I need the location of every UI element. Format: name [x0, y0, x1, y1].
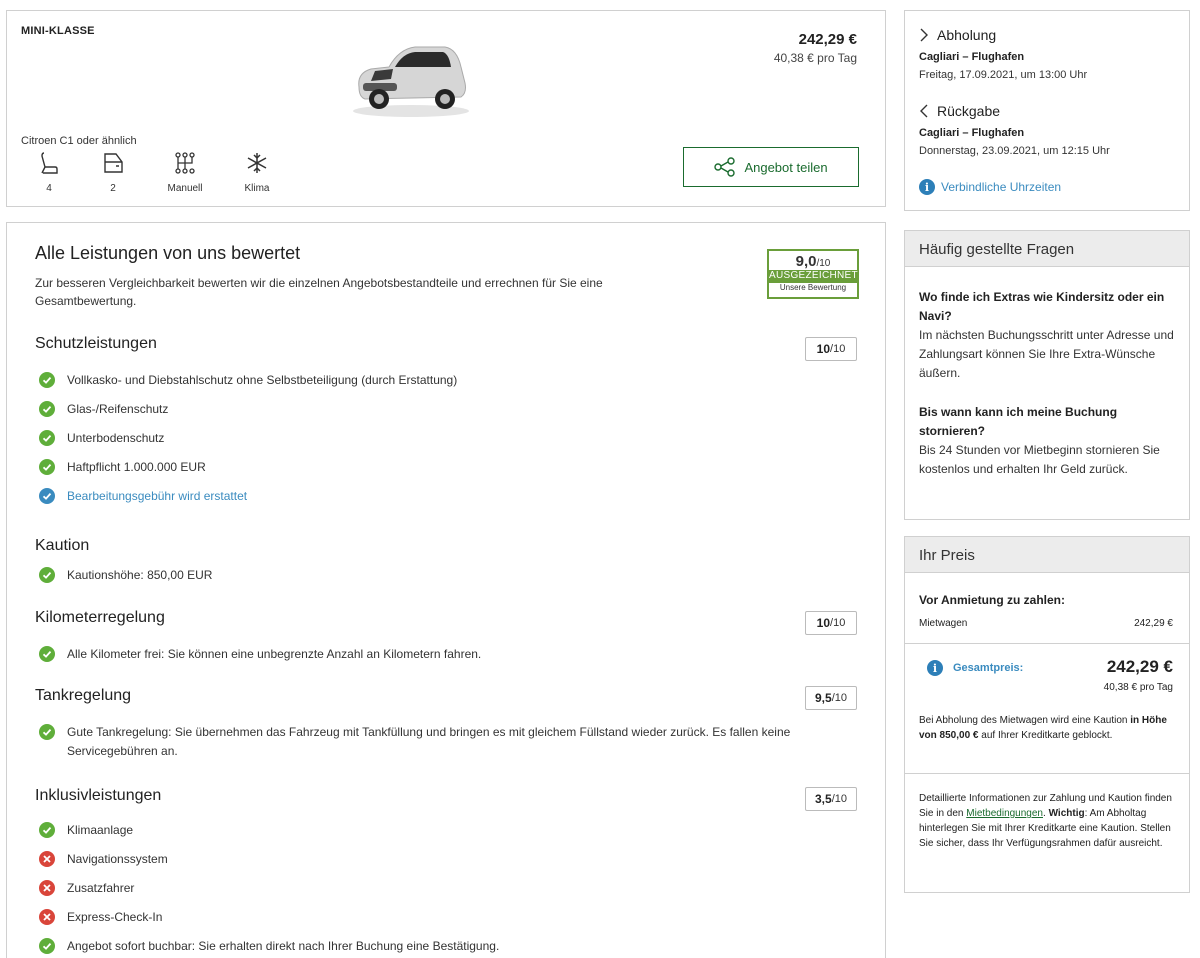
section-title-km: Kilometerregelung	[35, 609, 165, 626]
faq-question: Wo finde ich Extras wie Kindersitz oder …	[919, 290, 1165, 323]
price-subtitle: Vor Anmietung zu zahlen:	[919, 593, 1065, 607]
price-summary-box: Ihr Preis Vor Anmietung zu zahlen: Mietw…	[904, 536, 1190, 893]
car-class-label: MINI-KLASSE	[21, 25, 95, 37]
spec-transmission: Manuell	[149, 151, 221, 194]
score-pill-tank: 9,5/10	[805, 686, 857, 710]
cross-icon	[39, 851, 55, 867]
divider	[905, 643, 1189, 644]
return-location: Cagliari – Flughafen	[919, 127, 1025, 139]
car-specs: 4 2 Manuell Klima	[21, 151, 293, 194]
total-price-per-day: 40,38 € pro Tag	[1103, 682, 1173, 693]
pickup-location: Cagliari – Flughafen	[919, 51, 1025, 63]
car-price-per-day: 40,38 € pro Tag	[773, 51, 857, 65]
car-offer-card: MINI-KLASSE 242,29 € 40,38 € pro Tag Cit…	[6, 10, 886, 207]
check-icon	[39, 724, 55, 740]
return-date: Donnerstag, 23.09.2021, um 12:15 Uhr	[919, 145, 1110, 157]
faq-answer: Bis 24 Stunden vor Mietbeginn stornieren…	[919, 443, 1160, 476]
divider	[905, 773, 1189, 774]
list-item: Zusatzfahrer	[39, 879, 869, 898]
cross-icon	[39, 909, 55, 925]
check-icon	[39, 430, 55, 446]
payment-info-note: Detaillierte Informationen zur Zahlung u…	[919, 793, 1172, 849]
seat-icon	[41, 152, 58, 174]
list-item: Unterbodenschutz	[39, 429, 869, 448]
share-offer-label: Angebot teilen	[744, 159, 828, 175]
check-icon	[39, 822, 55, 838]
return-heading: Rückgabe	[919, 103, 1000, 119]
pickup-heading: Abholung	[919, 27, 996, 43]
overall-rating-badge: 9,0/10 AUSGEZEICHNET Unsere Bewertung	[767, 249, 859, 299]
total-price-value: 242,29 €	[1106, 657, 1173, 676]
price-row-rental: Mietwagen 242,29 €	[919, 618, 1173, 629]
faq-box: Häufig gestellte Fragen Wo finde ich Ext…	[904, 230, 1190, 520]
rental-terms-link[interactable]: Mietbedingungen	[966, 808, 1043, 819]
car-price: 242,29 €	[798, 31, 857, 48]
chevron-left-icon	[920, 104, 928, 118]
faq-title: Häufig gestellte Fragen	[905, 231, 1189, 267]
check-icon	[39, 567, 55, 583]
info-icon: i	[927, 660, 943, 676]
section-title-tank: Tankregelung	[35, 687, 132, 704]
check-icon	[39, 938, 55, 954]
overall-rating-score: 9,0	[795, 253, 817, 270]
list-item: Haftpflicht 1.000.000 EUR	[39, 458, 869, 477]
chevron-right-icon	[920, 28, 928, 42]
faq-question: Bis wann kann ich meine Buchung stornier…	[919, 405, 1118, 438]
price-row-label: Mietwagen	[919, 618, 968, 629]
spec-seats-label: 4	[46, 183, 52, 194]
list-item: Navigationssystem	[39, 850, 869, 869]
overall-rating-sub: Unsere Bewertung	[769, 282, 857, 293]
services-rating-card: Alle Leistungen von uns bewertet Zur bes…	[6, 222, 886, 958]
pickup-return-box: Abholung Cagliari – Flughafen Freitag, 1…	[904, 10, 1190, 211]
check-icon	[39, 401, 55, 417]
score-pill-km: 10/10	[805, 611, 857, 635]
cross-icon	[39, 880, 55, 896]
overall-rating-label: AUSGEZEICHNET	[769, 270, 858, 282]
overall-rating-denom: /10	[816, 258, 831, 269]
spec-doors-label: 2	[110, 183, 116, 194]
check-icon	[39, 488, 55, 504]
list-item: Kautionshöhe: 850,00 EUR	[39, 566, 869, 585]
check-icon	[39, 646, 55, 662]
snowflake-icon	[247, 153, 267, 173]
list-item: Express-Check-In	[39, 908, 869, 927]
list-item: Glas-/Reifenschutz	[39, 400, 869, 419]
list-item: Gute Tankregelung: Sie übernehmen das Fa…	[39, 723, 869, 761]
price-title: Ihr Preis	[905, 537, 1189, 573]
spec-doors: 2	[77, 151, 149, 194]
check-icon	[39, 459, 55, 475]
list-item-fee-refund[interactable]: Bearbeitungsgebühr wird erstattet	[39, 487, 869, 506]
services-title: Alle Leistungen von uns bewertet	[35, 243, 301, 263]
share-offer-button[interactable]: Angebot teilen	[683, 147, 859, 187]
car-model: Citroen C1 oder ähnlich	[21, 135, 137, 147]
list-item: Angebot sofort buchbar: Sie erhalten dir…	[39, 937, 869, 956]
total-price-label[interactable]: i Gesamtpreis:	[927, 660, 1023, 676]
section-title-schutz: Schutzleistungen	[35, 335, 157, 352]
deposit-note: Bei Abholung des Mietwagen wird eine Kau…	[919, 715, 1167, 741]
spec-climate-label: Klima	[244, 183, 270, 194]
score-pill-inkl: 3,5/10	[805, 787, 857, 811]
spec-climate: Klima	[221, 151, 293, 194]
score-pill-schutz: 10/10	[805, 337, 857, 361]
gearshift-icon	[175, 152, 195, 174]
spec-seats: 4	[21, 151, 77, 194]
list-item: Alle Kilometer frei: Sie können eine unb…	[39, 645, 869, 664]
car-image	[353, 46, 469, 117]
services-description: Zur besseren Vergleichbarkeit bewerten w…	[35, 276, 603, 308]
section-title-kaution: Kaution	[35, 537, 90, 554]
section-title-inkl: Inklusivleistungen	[35, 787, 162, 804]
list-item: Klimaanlage	[39, 821, 869, 840]
binding-times-link[interactable]: i Verbindliche Uhrzeiten	[919, 179, 1061, 195]
list-item: Vollkasko- und Diebstahlschutz ohne Selb…	[39, 371, 869, 390]
check-icon	[39, 372, 55, 388]
share-icon	[714, 157, 736, 177]
door-icon	[104, 153, 123, 173]
price-row-value: 242,29 €	[1134, 618, 1173, 629]
faq-answer: Im nächsten Buchungsschritt unter Adress…	[919, 328, 1174, 380]
spec-transmission-label: Manuell	[167, 183, 203, 194]
pickup-date: Freitag, 17.09.2021, um 13:00 Uhr	[919, 69, 1088, 81]
info-icon: i	[919, 179, 935, 195]
